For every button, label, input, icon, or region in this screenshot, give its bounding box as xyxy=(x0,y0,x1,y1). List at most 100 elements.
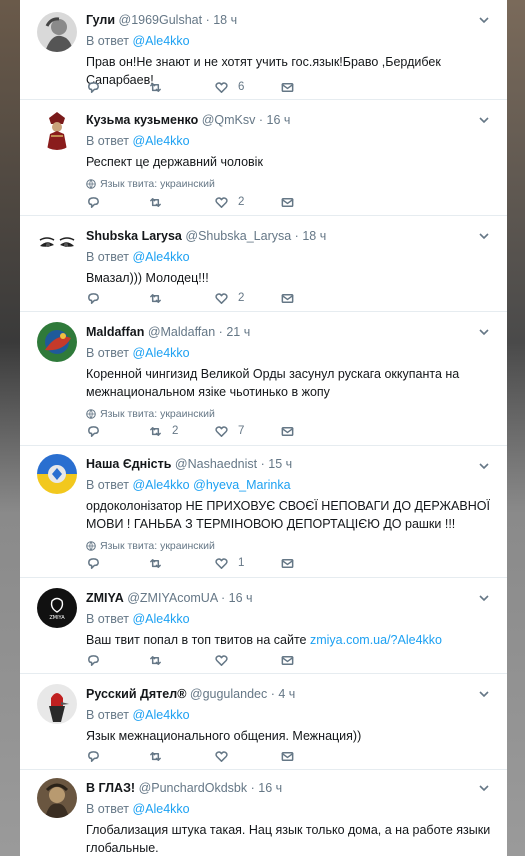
avatar[interactable] xyxy=(37,226,77,266)
tweet[interactable]: Shubska Larysa @Shubska_Larysa · 18 ч В … xyxy=(20,216,507,312)
retweet-button[interactable] xyxy=(148,651,163,669)
reply-icon xyxy=(88,81,99,93)
direct-message-button[interactable] xyxy=(280,289,295,307)
author-handle[interactable]: @PunchardOkdsbk xyxy=(139,781,248,795)
author-handle[interactable]: @QmKsv xyxy=(202,113,256,127)
separator-dot: · xyxy=(260,457,265,471)
reply-button[interactable] xyxy=(86,747,101,765)
tweet-language: Язык твита: украинский xyxy=(86,407,496,421)
tweet[interactable]: Maldaffan @Maldaffan · 21 ч В ответ @Ale… xyxy=(20,312,507,446)
author-name[interactable]: Maldaffan xyxy=(86,325,144,339)
direct-message-button[interactable] xyxy=(280,78,295,96)
tweet-time[interactable]: 16 ч xyxy=(258,781,282,795)
tweet-text: Респект це державний чоловік xyxy=(86,155,263,169)
caret-down-icon[interactable] xyxy=(477,13,491,27)
direct-message-button[interactable] xyxy=(280,422,295,440)
tweet[interactable]: В ГЛАЗ! @PunchardOkdsbk · 16 ч В ответ @… xyxy=(20,770,507,856)
author-name[interactable]: Русский Дятел® xyxy=(86,687,186,701)
avatar[interactable] xyxy=(37,684,77,724)
tweet-time[interactable]: 18 ч xyxy=(213,13,237,27)
like-button[interactable]: 7 xyxy=(214,422,244,440)
avatar[interactable]: ZMIYA xyxy=(37,588,77,628)
like-button[interactable]: 1 xyxy=(214,554,244,572)
caret-down-icon[interactable] xyxy=(477,229,491,243)
tweet-time[interactable]: 16 ч xyxy=(267,113,291,127)
author-name[interactable]: Гули xyxy=(86,13,115,27)
avatar[interactable] xyxy=(37,454,77,494)
reply-button[interactable] xyxy=(86,78,101,96)
direct-message-icon xyxy=(281,751,294,761)
caret-down-icon[interactable] xyxy=(477,113,491,127)
like-button[interactable]: 2 xyxy=(214,193,244,211)
reply-button[interactable] xyxy=(86,193,101,211)
tweet-time[interactable]: 18 ч xyxy=(302,229,326,243)
tweet-time[interactable]: 4 ч xyxy=(278,687,295,701)
tweet-language-label[interactable]: Язык твита: украинский xyxy=(100,407,215,421)
direct-message-button[interactable] xyxy=(280,554,295,572)
direct-message-icon xyxy=(281,197,294,207)
caret-down-icon[interactable] xyxy=(477,591,491,605)
direct-message-icon xyxy=(281,426,294,436)
tweet[interactable]: ZMIYA ZMIYA @ZMIYAcomUA · 16 ч В ответ @… xyxy=(20,578,507,674)
author-name[interactable]: Shubska Larysa xyxy=(86,229,182,243)
author-handle[interactable]: @Nashaednist xyxy=(175,457,257,471)
tweet[interactable]: Русский Дятел® @gugulandec · 4 ч В ответ… xyxy=(20,674,507,770)
author-handle[interactable]: @1969Gulshat xyxy=(119,13,203,27)
retweet-button[interactable] xyxy=(148,289,163,307)
author-handle[interactable]: @gugulandec xyxy=(190,687,267,701)
tweet-language-label[interactable]: Язык твита: украинский xyxy=(100,539,215,553)
caret-down-icon[interactable] xyxy=(477,781,491,795)
tweet-time[interactable]: 21 ч xyxy=(226,325,250,339)
reply-button[interactable] xyxy=(86,554,101,572)
direct-message-button[interactable] xyxy=(280,193,295,211)
retweet-button[interactable]: 2 xyxy=(148,422,178,440)
author-name[interactable]: Наша Єдність xyxy=(86,457,171,471)
direct-message-button[interactable] xyxy=(280,651,295,669)
author-name[interactable]: Кузьма кузьменко xyxy=(86,113,198,127)
reply-to-link[interactable]: @Ale4kko xyxy=(132,478,189,492)
reply-context: В ответ @Ale4kko xyxy=(86,345,496,361)
tweet[interactable]: Наша Єдність @Nashaednist · 15 ч В ответ… xyxy=(20,446,507,578)
reply-to-link[interactable]: @Ale4kko xyxy=(132,802,189,816)
tweet-link[interactable]: zmiya.com.ua/?Ale4kko xyxy=(310,633,442,647)
tweet-time[interactable]: 16 ч xyxy=(229,591,253,605)
like-button[interactable] xyxy=(214,747,229,765)
retweet-button[interactable] xyxy=(148,747,163,765)
reply-button[interactable] xyxy=(86,289,101,307)
retweet-button[interactable] xyxy=(148,554,163,572)
author-handle[interactable]: @Maldaffan xyxy=(148,325,215,339)
reply-to-link[interactable]: @Ale4kko xyxy=(132,346,189,360)
caret-down-icon[interactable] xyxy=(477,459,491,473)
like-icon xyxy=(215,196,228,208)
avatar[interactable] xyxy=(37,322,77,362)
reply-to-link[interactable]: @Ale4kko xyxy=(132,250,189,264)
avatar[interactable] xyxy=(37,12,77,52)
author-handle[interactable]: @ZMIYAcomUA xyxy=(127,591,217,605)
tweet-language-label[interactable]: Язык твита: украинский xyxy=(100,177,215,191)
author-name[interactable]: ZMIYA xyxy=(86,591,124,605)
like-button[interactable]: 6 xyxy=(214,78,244,96)
author-handle[interactable]: @Shubska_Larysa xyxy=(185,229,291,243)
reply-to-link[interactable]: @Ale4kko xyxy=(132,708,189,722)
avatar[interactable] xyxy=(37,110,77,150)
reply-button[interactable] xyxy=(86,651,101,669)
reply-to-link[interactable]: @Ale4kko xyxy=(132,612,189,626)
tweet[interactable]: Кузьма кузьменко @QmKsv · 16 ч В ответ @… xyxy=(20,100,507,216)
tweet-time[interactable]: 15 ч xyxy=(268,457,292,471)
reply-to-link-2[interactable]: @hyeva_Marinka xyxy=(193,478,290,492)
avatar[interactable] xyxy=(37,778,77,818)
caret-down-icon[interactable] xyxy=(477,325,491,339)
tweet-actions: 1 xyxy=(86,554,386,572)
author-name[interactable]: В ГЛАЗ! xyxy=(86,781,135,795)
like-button[interactable] xyxy=(214,651,229,669)
caret-down-icon[interactable] xyxy=(477,687,491,701)
direct-message-button[interactable] xyxy=(280,747,295,765)
retweet-button[interactable] xyxy=(148,193,163,211)
reply-to-link[interactable]: @Ale4kko xyxy=(132,34,189,48)
like-button[interactable]: 2 xyxy=(214,289,244,307)
reply-button[interactable] xyxy=(86,422,101,440)
retweet-button[interactable] xyxy=(148,78,163,96)
tweet[interactable]: Гули @1969Gulshat · 18 ч В ответ @Ale4kk… xyxy=(20,0,507,100)
like-icon xyxy=(215,750,228,762)
reply-to-link[interactable]: @Ale4kko xyxy=(132,134,189,148)
